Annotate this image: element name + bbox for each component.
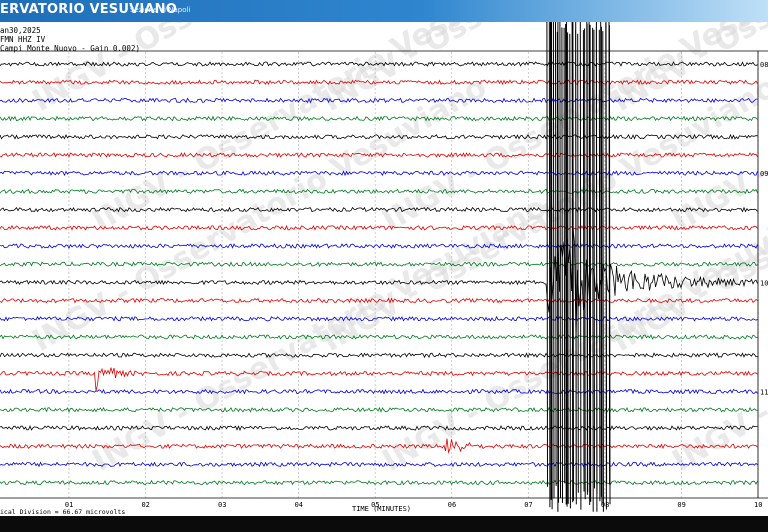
trace-11 — [0, 261, 758, 267]
x-tick-08: 08 — [601, 501, 609, 509]
x-tick-07: 07 — [524, 501, 532, 509]
station-channel: FMN HHZ IV — [0, 35, 46, 44]
hour-label-09: 09 — [760, 170, 768, 178]
trace-23 — [0, 479, 758, 486]
scale-text: ical Division = 66.67 microvolts — [0, 508, 125, 516]
hour-label-11: 11 — [760, 389, 768, 397]
trace-20 — [0, 425, 758, 432]
observatory-header: ERVATORIO VESUVIANO Sezione di Napoli — [0, 0, 768, 22]
x-tick-10: 10 — [754, 501, 762, 509]
bottom-bar — [0, 516, 768, 532]
hour-label-08: 08 — [760, 61, 768, 69]
x-axis-label: TIME (MINUTES) — [352, 505, 411, 513]
seismogram-paper: INGV - Osservatorio Vesuviano INGV - Osse… — [0, 22, 768, 516]
record-date: an30,2025 — [0, 26, 41, 35]
trace-19 — [0, 406, 758, 413]
hour-label-10: 10 — [760, 279, 768, 287]
watermark-text: INGV - Osservatorio Vesuviano — [87, 190, 553, 479]
trace-3 — [0, 115, 758, 122]
x-tick-04: 04 — [295, 501, 303, 509]
trace-16 — [0, 352, 758, 359]
trace-17 — [0, 367, 758, 391]
x-tick-03: 03 — [218, 501, 226, 509]
observatory-subtitle: Sezione di Napoli — [130, 6, 191, 14]
station-site-gain: Campi Monte Nuovo - Gain 0.002) — [0, 44, 140, 53]
helicorder-plot: INGV - Osservatorio VesuvianoINGV - Osse… — [0, 22, 768, 516]
x-tick-09: 09 — [677, 501, 685, 509]
x-tick-02: 02 — [141, 501, 149, 509]
x-tick-06: 06 — [448, 501, 456, 509]
trace-10 — [0, 243, 758, 249]
trace-18 — [0, 388, 758, 395]
watermark-text: INGV - Osservatorio Vesuviano — [87, 22, 553, 239]
